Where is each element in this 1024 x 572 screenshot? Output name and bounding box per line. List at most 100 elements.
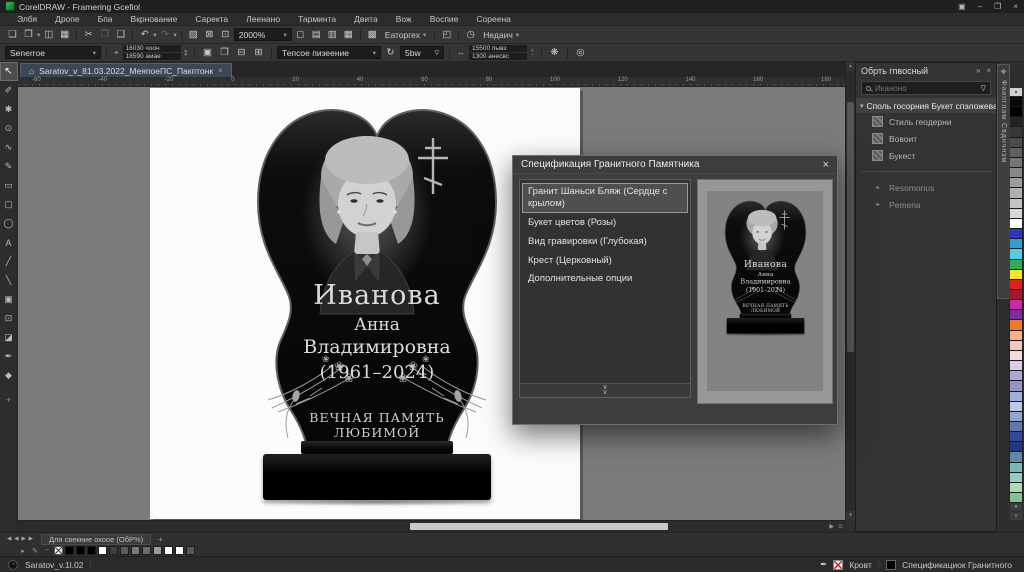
pen-tool-icon[interactable]: ✒ bbox=[0, 347, 18, 366]
palette-color-swatch[interactable] bbox=[1010, 341, 1022, 350]
menu-item[interactable]: Саректа bbox=[186, 14, 237, 24]
docker-secondary-item[interactable]: ⌖ Resomonus bbox=[856, 179, 996, 196]
palette-color-swatch[interactable] bbox=[1010, 290, 1022, 299]
specification-list-item[interactable]: Крест (Церковный) bbox=[522, 252, 688, 270]
crop-tool-icon[interactable]: ✱ bbox=[0, 100, 18, 119]
menu-item[interactable]: Вкрнование bbox=[122, 14, 187, 24]
specification-list-item[interactable]: Букет цветов (Розы) bbox=[522, 214, 688, 232]
x-position-field[interactable]: 16030 чоон bbox=[123, 45, 181, 52]
zoom-level-combo[interactable]: 2000% ▾ bbox=[234, 28, 292, 41]
palette-color-swatch[interactable] bbox=[1010, 148, 1022, 157]
paste-icon[interactable]: ❑ bbox=[113, 27, 128, 42]
menu-item[interactable]: Элбя bbox=[8, 14, 46, 24]
no-color-swatch[interactable] bbox=[54, 546, 63, 555]
docker-flyout-icon[interactable]: » bbox=[976, 66, 980, 75]
line-tool-icon[interactable]: ╱ bbox=[0, 252, 18, 271]
document-color-swatch[interactable] bbox=[109, 546, 118, 555]
palette-color-swatch[interactable] bbox=[1010, 310, 1022, 319]
palette-color-swatch[interactable] bbox=[1010, 199, 1022, 208]
palette-color-swatch[interactable] bbox=[1010, 127, 1022, 136]
open-icon[interactable]: ❒ bbox=[21, 27, 36, 42]
palette-color-swatch[interactable] bbox=[1010, 188, 1022, 197]
palette-color-swatch[interactable] bbox=[1010, 229, 1022, 238]
palette-color-swatch[interactable] bbox=[1010, 493, 1022, 502]
document-color-swatch[interactable] bbox=[175, 546, 184, 555]
history-menu-button[interactable]: Недаич ▾ bbox=[479, 30, 523, 40]
export-image-icon[interactable]: ⊠ bbox=[202, 27, 217, 42]
frame-tool-icon[interactable]: ▣ bbox=[0, 290, 18, 309]
docker-object-item[interactable]: Букест bbox=[856, 147, 996, 164]
close-button[interactable]: × bbox=[1013, 2, 1018, 11]
open-dropdown-icon[interactable]: ▾ bbox=[37, 31, 40, 39]
object-width-field[interactable]: 15500 пывз bbox=[469, 45, 527, 52]
document-color-swatch[interactable] bbox=[98, 546, 107, 555]
undo-icon[interactable]: ↶ bbox=[137, 27, 152, 42]
horizontal-scroll-thumb[interactable] bbox=[410, 523, 668, 530]
copy-icon[interactable]: ❐ bbox=[97, 27, 112, 42]
last-page-icon[interactable]: ▶ bbox=[29, 536, 33, 542]
palette-color-swatch[interactable] bbox=[1010, 168, 1022, 177]
preset-combo[interactable]: Senerroe ▾ bbox=[5, 46, 101, 59]
palette-color-swatch[interactable] bbox=[1010, 97, 1022, 106]
object-height-field[interactable]: 1300 анесвс bbox=[469, 53, 527, 60]
palette-color-swatch[interactable] bbox=[1010, 483, 1022, 492]
palette-color-swatch[interactable] bbox=[1010, 412, 1022, 421]
rectangle-tool-icon[interactable]: ▭ bbox=[0, 176, 18, 195]
dialog-close-icon[interactable]: × bbox=[823, 159, 829, 171]
palette-color-swatch[interactable] bbox=[1010, 432, 1022, 441]
palette-color-swatch[interactable] bbox=[1010, 260, 1022, 269]
vertical-scroll-thumb[interactable] bbox=[847, 102, 854, 352]
duplicate-icon[interactable]: ❐ bbox=[217, 45, 232, 60]
add-tool-icon[interactable]: + bbox=[0, 390, 18, 409]
document-color-swatch[interactable] bbox=[120, 546, 129, 555]
fullscreen-icon[interactable]: ◻ bbox=[293, 27, 308, 42]
docker-search-input[interactable] bbox=[875, 84, 977, 93]
menu-item[interactable]: Тарминта bbox=[289, 14, 345, 24]
docker-side-tab[interactable]: ❖ Фаипглам Свднчнзм bbox=[997, 64, 1010, 299]
first-page-icon[interactable]: ◀ bbox=[7, 536, 11, 542]
palette-color-swatch[interactable] bbox=[1010, 158, 1022, 167]
list-more-button[interactable]: ∨ ∨ bbox=[520, 383, 690, 397]
position-spin-down-icon[interactable]: ▾ bbox=[185, 53, 188, 57]
palette-color-swatch[interactable] bbox=[1010, 381, 1022, 390]
print-icon[interactable]: ▦ bbox=[57, 27, 72, 42]
minimize-button[interactable]: – bbox=[978, 2, 982, 11]
outline-none-swatch[interactable] bbox=[833, 560, 843, 570]
shape-tool-icon[interactable]: ✐ bbox=[0, 81, 18, 100]
menu-item[interactable]: Двита bbox=[345, 14, 387, 24]
tab-close-icon[interactable]: × bbox=[218, 66, 223, 75]
vertical-scrollbar[interactable]: ▴ ▾ bbox=[845, 62, 855, 520]
scroll-right-button[interactable]: ▶ bbox=[829, 523, 834, 530]
scroll-up-button[interactable]: ▴ bbox=[846, 62, 855, 71]
view-normal-icon[interactable]: ▥ bbox=[325, 27, 340, 42]
palette-color-swatch[interactable] bbox=[1010, 219, 1022, 228]
palette-color-swatch[interactable] bbox=[1010, 320, 1022, 329]
docker-secondary-item[interactable]: ⌖ Pemena bbox=[856, 196, 996, 213]
document-color-swatch[interactable] bbox=[131, 546, 140, 555]
palette-color-swatch[interactable] bbox=[1010, 107, 1022, 116]
palette-pencil-icon[interactable]: ✎ bbox=[30, 547, 40, 555]
view-simple-icon[interactable]: ▤ bbox=[309, 27, 324, 42]
document-color-swatch[interactable] bbox=[142, 546, 151, 555]
placeholder-tool-icon[interactable]: ⊡ bbox=[0, 309, 18, 328]
palette-color-swatch[interactable] bbox=[1010, 270, 1022, 279]
docker-close-icon[interactable]: × bbox=[986, 66, 991, 75]
gear-icon[interactable]: ❋ bbox=[547, 45, 562, 60]
page-tab[interactable]: Для свекние окоое (ОбР%) bbox=[41, 534, 151, 545]
history-clock-icon[interactable]: ◷ bbox=[463, 27, 478, 42]
specification-list-item[interactable]: Гранит Шаньси Бляж (Сердце с крылом) bbox=[522, 183, 688, 213]
filter-icon[interactable]: ∇ bbox=[981, 84, 986, 93]
menu-item[interactable]: Сореена bbox=[467, 14, 519, 24]
document-color-swatch[interactable] bbox=[76, 546, 85, 555]
palette-color-swatch[interactable] bbox=[1010, 239, 1022, 248]
document-tab[interactable]: ⌂ Saratov_v_81.03.2022_МеяпоеПС_Пакптонк… bbox=[20, 63, 232, 77]
zoom-tool-button[interactable]: ⊙ bbox=[838, 523, 843, 530]
import-image-icon[interactable]: ▨ bbox=[186, 27, 201, 42]
eraser-tool-icon[interactable]: ◪ bbox=[0, 328, 18, 347]
restore-button[interactable]: ❐ bbox=[994, 2, 1001, 11]
palette-scroll-down-icon[interactable]: ▾ bbox=[1010, 503, 1022, 511]
palette-color-swatch[interactable] bbox=[1010, 331, 1022, 340]
docker-object-item[interactable]: Вовоит bbox=[856, 130, 996, 147]
palette-color-swatch[interactable] bbox=[1010, 422, 1022, 431]
ellipse-tool-icon[interactable]: ◯ bbox=[0, 214, 18, 233]
